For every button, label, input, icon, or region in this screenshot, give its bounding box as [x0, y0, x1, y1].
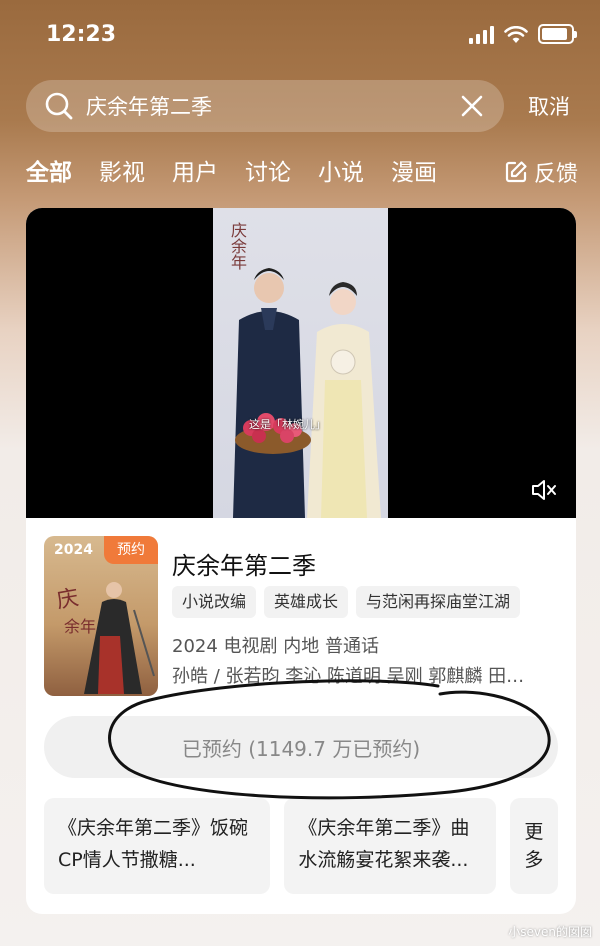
reserve-badge: 预约 [104, 536, 158, 564]
reserved-button[interactable]: 已预约 (1149.7 万已预约) [44, 716, 558, 778]
feedback-label: 反馈 [533, 162, 578, 187]
tab-users[interactable]: 用户 [172, 153, 218, 187]
tag-chip[interactable]: 小说改编 [172, 586, 257, 618]
wifi-icon [504, 26, 528, 43]
actor-figure [233, 268, 311, 518]
show-title[interactable]: 庆余年第二季 [172, 546, 316, 581]
tab-film-tv[interactable]: 影视 [99, 153, 145, 187]
svg-text:庆: 庆 [55, 585, 81, 613]
related-list: 《庆余年第二季》饭碗CP情人节撒糖... 《庆余年第二季》曲水流觞宴花絮来袭..… [44, 798, 559, 894]
poster-art: 庆 余年 [55, 582, 155, 694]
battery-level [542, 28, 568, 40]
mute-icon[interactable] [530, 478, 558, 502]
cancel-button[interactable]: 取消 [528, 91, 570, 121]
battery-icon [538, 24, 577, 44]
edit-icon [505, 161, 527, 183]
tab-comics[interactable]: 漫画 [391, 153, 437, 187]
related-item[interactable]: 《庆余年第二季》曲水流觞宴花絮来袭... [284, 798, 496, 894]
svg-text:余年: 余年 [64, 617, 96, 636]
status-icons [469, 24, 577, 44]
signal-icon [469, 26, 494, 44]
tab-discussion[interactable]: 讨论 [245, 153, 291, 187]
search-query: 庆余年第二季 [86, 95, 212, 119]
tag-chip[interactable]: 与范闲再探庙堂江湖 [356, 586, 521, 618]
tab-all[interactable]: 全部 [26, 153, 72, 187]
show-tags: 小说改编 英雄成长 与范闲再探庙堂江湖 [172, 586, 521, 618]
related-item[interactable]: 《庆余年第二季》饭碗CP情人节撒糖... [44, 798, 271, 894]
status-bar: 12:23 [0, 0, 600, 72]
search-row: 庆余年第二季 取消 [26, 80, 578, 132]
status-time: 12:23 [46, 22, 117, 47]
show-poster[interactable]: 庆 余年 2024 预约 [44, 536, 158, 696]
search-tabs: 全部 影视 用户 讨论 小说 漫画 反馈 [26, 150, 578, 190]
video-frame: 庆余年 这是「林婉儿」 [213, 208, 388, 518]
poster-year: 2024 [54, 542, 93, 558]
show-meta: 2024 电视剧 内地 普通话 [172, 636, 379, 657]
actress-figure [307, 282, 381, 518]
search-icon [45, 92, 73, 120]
video-subtitle: 这是「林婉儿」 [249, 418, 326, 431]
show-info[interactable]: 庆 余年 2024 预约 庆余年第二季 小说改编 英雄成长 与范闲再探庙堂江湖 … [44, 536, 558, 696]
video-player[interactable]: 庆余年 这是「林婉儿」 [26, 208, 576, 518]
tag-chip[interactable]: 英雄成长 [264, 586, 349, 618]
more-button[interactable]: 更多 [509, 798, 559, 894]
clear-icon[interactable] [460, 94, 484, 118]
result-card: 庆余年 这是「林婉儿」 庆 余年 2024 预约 庆余年第二季 小说改编 英雄成… [26, 208, 576, 914]
tab-novel[interactable]: 小说 [318, 153, 364, 187]
watermark: 小seven的囡囡 [508, 925, 592, 939]
show-cast: 孙皓 / 张若昀 李沁 陈道明 吴刚 郭麒麟 田… [172, 666, 525, 687]
feedback-button[interactable]: 反馈 [504, 156, 578, 188]
search-input[interactable]: 庆余年第二季 [26, 80, 504, 132]
